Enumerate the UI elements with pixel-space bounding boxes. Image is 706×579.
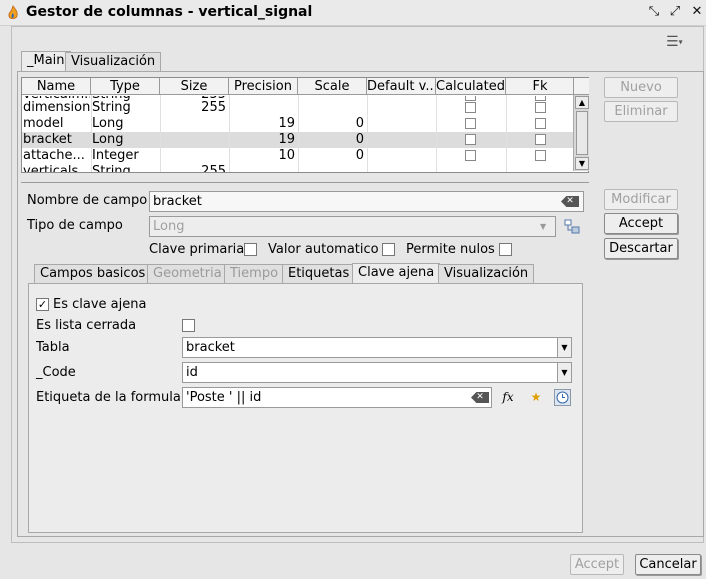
- chevron-down-icon[interactable]: ▼: [557, 338, 571, 357]
- cell-scale: 0: [355, 148, 364, 163]
- valor-automatico-checkbox[interactable]: [382, 243, 395, 256]
- cancelar-button[interactable]: Cancelar: [635, 554, 701, 575]
- cell-precision: 10: [278, 148, 295, 163]
- cell-scale: 0: [355, 116, 364, 131]
- tab-visualizacion-sub[interactable]: Visualización: [438, 264, 535, 284]
- cell-type: Long: [92, 132, 124, 147]
- valor-automatico-label: Valor automatico: [268, 242, 379, 257]
- fk-checkbox[interactable]: [535, 150, 546, 161]
- column-header-size[interactable]: Size: [160, 78, 229, 95]
- table-corner: [573, 78, 589, 95]
- tabla-combobox[interactable]: bracket ▼: [182, 337, 572, 358]
- tipo-campo-value: Long: [153, 219, 185, 234]
- nuevo-button[interactable]: Nuevo: [604, 77, 678, 98]
- descartar-button[interactable]: Descartar: [604, 238, 678, 259]
- cell-size: 255: [201, 164, 226, 173]
- column-header-name[interactable]: Name: [22, 78, 91, 95]
- modificar-button[interactable]: Modificar: [604, 189, 678, 210]
- chevron-down-icon[interactable]: ▼: [557, 363, 571, 382]
- accept-field-button[interactable]: Accept: [604, 213, 678, 234]
- app-flame-icon: [8, 5, 18, 20]
- tab-etiquetas[interactable]: Etiquetas: [282, 264, 356, 284]
- fk-checkbox[interactable]: [535, 102, 546, 113]
- column-header-precision[interactable]: Precision: [229, 78, 298, 95]
- star-bookmark-icon[interactable]: ★: [527, 388, 545, 406]
- tab-main[interactable]: _Main: [21, 51, 71, 72]
- nombre-campo-label: Nombre de campo: [27, 193, 148, 208]
- cell-type: Long: [92, 116, 124, 131]
- table-vertical-scrollbar[interactable]: ▲ ▼: [573, 95, 589, 171]
- cell-precision: 19: [278, 116, 295, 131]
- code-combobox[interactable]: id ▼: [182, 362, 572, 383]
- maximize-icon[interactable]: ⤢: [667, 4, 683, 20]
- nombre-campo-input[interactable]: bracket ✕: [149, 191, 584, 212]
- fk-checkbox[interactable]: [535, 134, 546, 145]
- scroll-down-icon[interactable]: ▼: [575, 157, 589, 170]
- tab-campos-basicos[interactable]: Campos basicos: [34, 264, 152, 284]
- cell-size: 255: [201, 100, 226, 115]
- formula-label: Etiqueta de la formula: [36, 390, 181, 405]
- separator: [21, 182, 589, 183]
- close-icon[interactable]: ✕: [689, 4, 705, 20]
- history-clock-icon[interactable]: [554, 389, 571, 406]
- tabla-value: bracket: [186, 340, 235, 355]
- cell-name: dimension: [23, 100, 90, 115]
- calculated-checkbox[interactable]: [465, 102, 476, 113]
- chevron-down-icon: ▼: [540, 222, 547, 231]
- tab-clave-ajena[interactable]: Clave ajena: [352, 263, 441, 284]
- clave-primaria-checkbox[interactable]: [244, 243, 257, 256]
- clave-primaria-label: Clave primaria: [149, 242, 245, 257]
- es-lista-cerrada-label: Es lista cerrada: [36, 318, 137, 333]
- restore-icon[interactable]: ⤡: [646, 4, 662, 20]
- column-header-calculated[interactable]: Calculated: [436, 78, 506, 95]
- cell-name: bracket: [23, 132, 72, 147]
- column-header-scale[interactable]: Scale: [298, 78, 367, 95]
- formula-input[interactable]: 'Poste ' || id ✕: [182, 387, 492, 408]
- tabla-label: Tabla: [36, 340, 70, 355]
- calculated-checkbox[interactable]: [465, 134, 476, 145]
- accept-button[interactable]: Accept: [570, 554, 624, 575]
- calculated-checkbox[interactable]: [465, 118, 476, 129]
- nombre-campo-value: bracket: [153, 194, 202, 209]
- fk-checkbox[interactable]: [535, 118, 546, 129]
- scroll-up-icon[interactable]: ▲: [575, 96, 589, 109]
- es-lista-cerrada-checkbox[interactable]: [182, 319, 195, 332]
- cell-type: Integer: [92, 148, 139, 163]
- es-clave-ajena-label: Es clave ajena: [53, 297, 147, 312]
- cell-type: String: [92, 164, 131, 173]
- es-clave-ajena-checkbox[interactable]: ✓: [36, 298, 49, 311]
- calculated-checkbox[interactable]: [465, 150, 476, 161]
- cell-name: verticals...: [23, 164, 90, 173]
- clear-icon[interactable]: ✕: [561, 196, 579, 207]
- tab-visualizacion[interactable]: Visualización: [65, 52, 162, 72]
- window-titlebar: Gestor de columnas - vertical_signal ⤡ ⤢…: [0, 0, 706, 26]
- hamburger-menu-icon[interactable]: ☰▾: [666, 34, 694, 50]
- columns-table: Name Type Size Precision Scale Default v…: [21, 77, 589, 173]
- cell-type: String: [92, 100, 131, 115]
- cell-name: attache...: [23, 148, 85, 163]
- permite-nulos-label: Permite nulos: [406, 242, 495, 257]
- tipo-campo-label: Tipo de campo: [27, 218, 123, 233]
- code-label: _Code: [36, 365, 76, 380]
- clear-icon[interactable]: ✕: [471, 392, 489, 403]
- column-header-default[interactable]: Default v...: [367, 78, 436, 95]
- cell-name: model: [23, 116, 64, 131]
- permite-nulos-checkbox[interactable]: [499, 243, 512, 256]
- column-header-fk[interactable]: Fk: [506, 78, 575, 95]
- scroll-thumb[interactable]: [576, 111, 588, 155]
- cell-scale: 0: [355, 132, 364, 147]
- eliminar-button[interactable]: Eliminar: [604, 101, 678, 122]
- tab-tiempo[interactable]: Tiempo: [224, 264, 285, 284]
- code-value: id: [186, 365, 198, 380]
- type-picker-icon[interactable]: [563, 218, 581, 236]
- tipo-campo-select[interactable]: Long ▼: [149, 216, 556, 237]
- formula-value: 'Poste ' || id: [186, 390, 262, 405]
- window-title: Gestor de columnas - vertical_signal: [26, 4, 313, 20]
- cell-precision: 19: [278, 132, 295, 147]
- tab-geometria[interactable]: Geometria: [147, 264, 228, 284]
- column-header-type[interactable]: Type: [91, 78, 160, 95]
- fx-expression-icon[interactable]: fx: [499, 388, 517, 406]
